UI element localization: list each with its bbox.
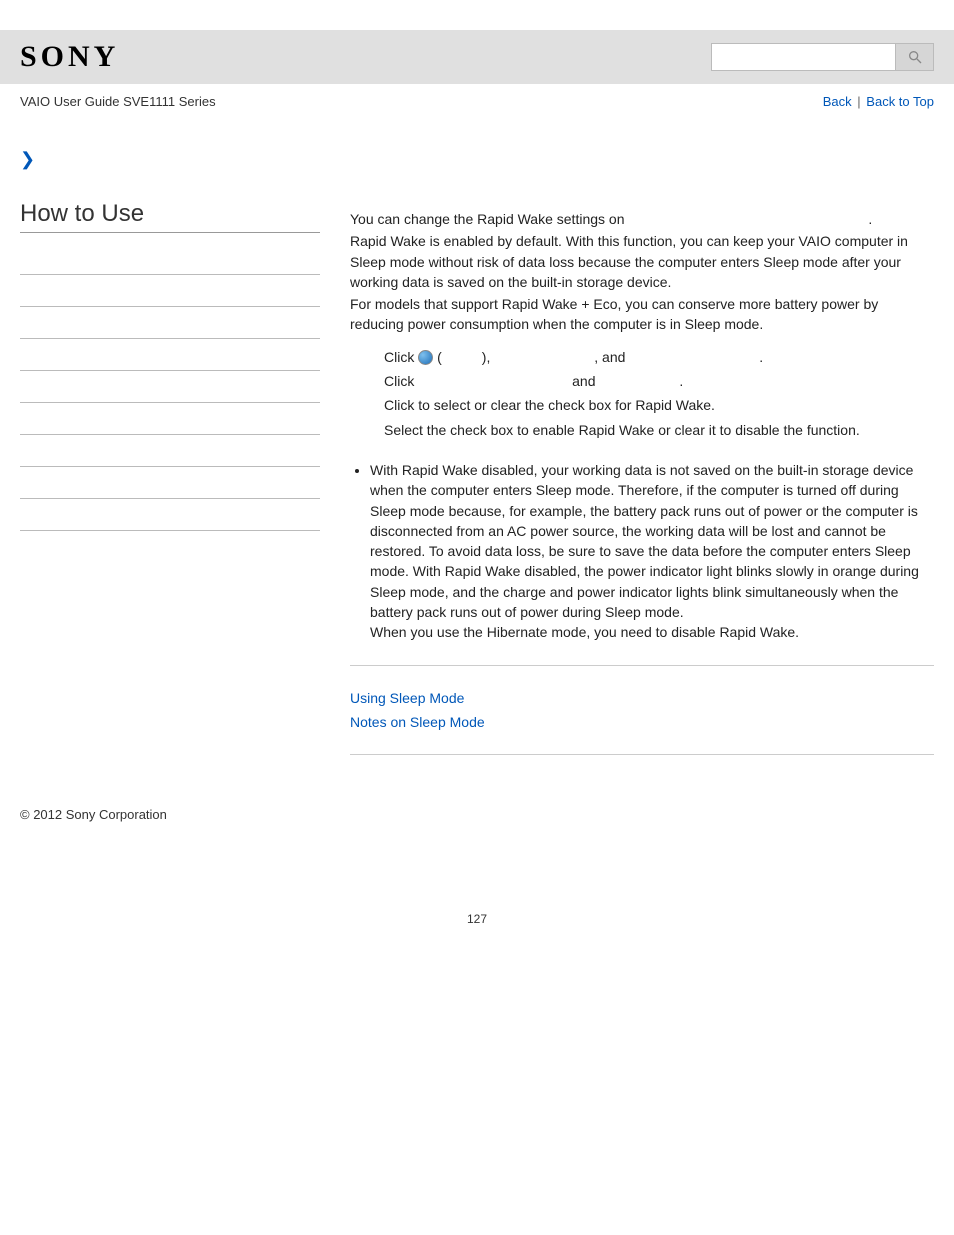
sidebar-item[interactable] — [20, 499, 320, 531]
intro-eco: For models that support Rapid Wake + Eco… — [350, 294, 934, 335]
nav-links: Back | Back to Top — [823, 94, 934, 109]
step-3: Click to select or clear the check box f… — [384, 395, 934, 415]
search-icon — [907, 49, 923, 65]
sidebar-item[interactable] — [20, 275, 320, 307]
sidebar-item[interactable] — [20, 243, 320, 275]
subheader: VAIO User Guide SVE1111 Series Back | Ba… — [0, 84, 954, 129]
header-bar: SONY — [0, 30, 954, 84]
intro-body: Rapid Wake is enabled by default. With t… — [350, 231, 934, 292]
search-button[interactable] — [896, 43, 934, 71]
related-link-notes[interactable]: Notes on Sleep Mode — [350, 712, 934, 732]
text: ), — [482, 349, 494, 365]
steps-block: Click (), , and . Click and . Click to s… — [350, 347, 934, 440]
note-item: With Rapid Wake disabled, your working d… — [370, 460, 934, 643]
text: When you use the Hibernate mode, you nee… — [370, 624, 799, 640]
related-topics: Using Sleep Mode Notes on Sleep Mode — [350, 688, 934, 733]
search-area — [711, 43, 934, 71]
sidebar-item[interactable] — [20, 467, 320, 499]
sidebar-item[interactable] — [20, 339, 320, 371]
intro-line-1: You can change the Rapid Wake settings o… — [350, 209, 934, 229]
separator: | — [857, 94, 860, 109]
sidebar-item[interactable] — [20, 371, 320, 403]
text: . — [759, 349, 763, 365]
back-to-top-link[interactable]: Back to Top — [866, 94, 934, 109]
related-link-sleep[interactable]: Using Sleep Mode — [350, 688, 934, 708]
sidebar-heading: How to Use — [20, 200, 320, 233]
main-content: You can change the Rapid Wake settings o… — [350, 129, 934, 777]
chevron-right-icon: ❯ — [20, 149, 320, 170]
text: Click — [384, 349, 418, 365]
step-1: Click (), , and . — [384, 347, 934, 367]
content: ❯ How to Use You can change the Rapid Wa… — [0, 129, 954, 777]
intro-block: You can change the Rapid Wake settings o… — [350, 209, 934, 335]
step-2: Click and . — [384, 371, 934, 391]
divider — [350, 754, 934, 755]
text: . — [679, 373, 683, 389]
text: With Rapid Wake disabled, your working d… — [370, 462, 919, 620]
text: You can change the Rapid Wake settings o… — [350, 211, 628, 227]
sidebar-item[interactable] — [20, 435, 320, 467]
copyright: © 2012 Sony Corporation — [0, 777, 954, 852]
sony-logo: SONY — [20, 40, 119, 74]
notes: With Rapid Wake disabled, your working d… — [350, 460, 934, 643]
text: , and — [594, 349, 629, 365]
sidebar-item[interactable] — [20, 307, 320, 339]
back-link[interactable]: Back — [823, 94, 852, 109]
step-3b: Select the check box to enable Rapid Wak… — [384, 420, 934, 440]
windows-orb-icon — [418, 350, 433, 365]
sidebar-item[interactable] — [20, 403, 320, 435]
text: and — [568, 373, 599, 389]
sidebar: ❯ How to Use — [20, 129, 320, 777]
guide-title: VAIO User Guide SVE1111 Series — [20, 94, 216, 109]
text: Click — [384, 373, 418, 389]
text: ( — [433, 349, 442, 365]
page-number: 127 — [0, 852, 954, 946]
text: . — [868, 211, 872, 227]
divider — [350, 665, 934, 666]
search-input[interactable] — [711, 43, 896, 71]
